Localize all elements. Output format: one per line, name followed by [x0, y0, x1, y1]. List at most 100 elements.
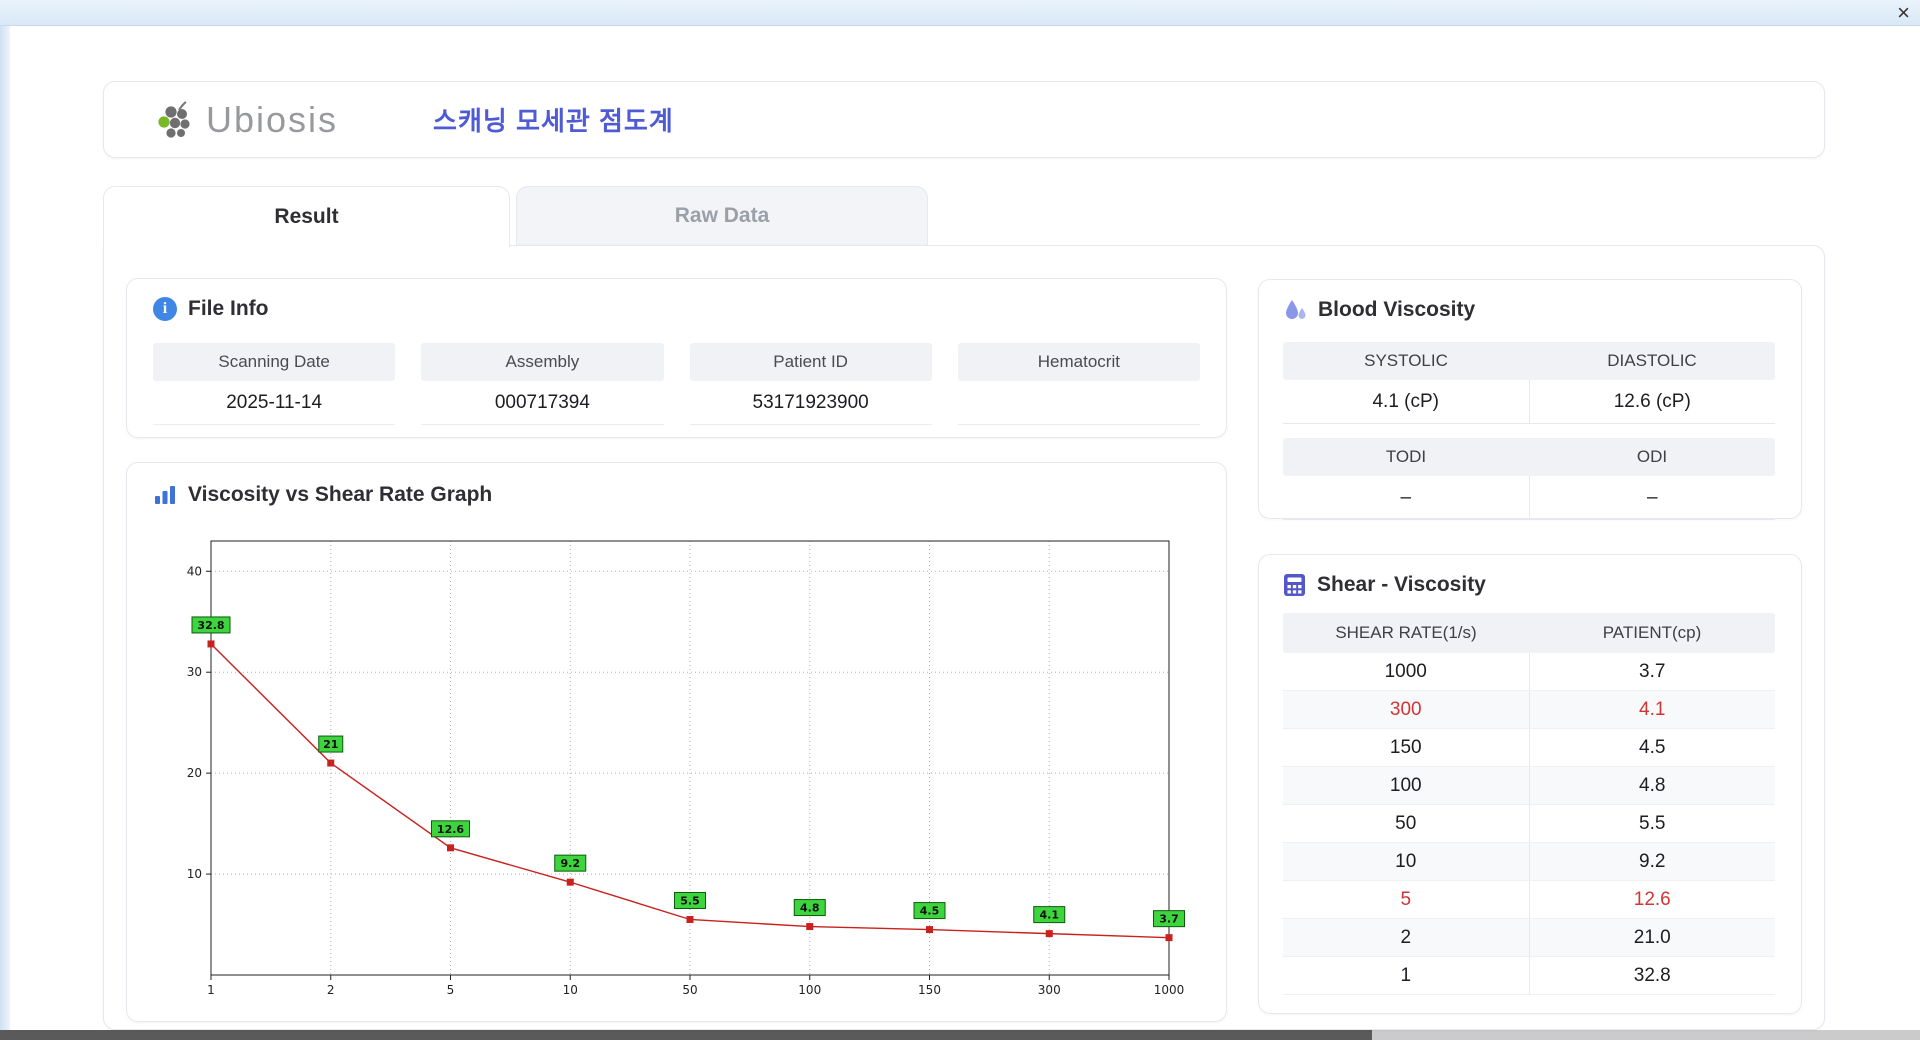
logo-text: Ubiosis [206, 98, 339, 140]
svg-text:12.6: 12.6 [437, 823, 464, 836]
close-icon[interactable]: × [1897, 1, 1910, 25]
page-title: 스캐닝 모세관 점도계 [433, 106, 674, 136]
field-patient-id: Patient ID 53171923900 [689, 343, 932, 425]
patient-viscosity-cell: 32.8 [1528, 957, 1776, 994]
svg-text:5: 5 [447, 983, 455, 997]
svg-text:1000: 1000 [1154, 983, 1185, 997]
field-value: 53171923900 [689, 381, 932, 425]
svg-text:20: 20 [187, 766, 202, 780]
svg-text:30: 30 [187, 665, 202, 679]
table-row: 100 4.8 [1283, 767, 1775, 805]
table-row: 300 4.1 [1283, 691, 1775, 729]
bar-chart-icon [155, 486, 175, 504]
table-row: 150 4.5 [1283, 729, 1775, 767]
shear-rate-cell: 50 [1395, 812, 1417, 834]
column-header: DIASTOLIC [1607, 351, 1697, 370]
table-row: 2 21.0 [1283, 919, 1775, 957]
graph-card: Viscosity vs Shear Rate Graph 10 20 30 40 1 2… [126, 462, 1227, 1022]
svg-text:50: 50 [682, 983, 697, 997]
chart-area: 10 20 30 40 1 2 5 10 50 100 150 300 1000 32.8 21 12.6 9.… [153, 519, 1203, 1024]
svg-text:40: 40 [187, 564, 202, 578]
blood-viscosity-table: SYSTOLIC DIASTOLIC 4.1 (cP) 12.6 (cP) TO… [1283, 342, 1775, 520]
diastolic-value: 12.6 (cP) [1528, 380, 1776, 423]
svg-text:300: 300 [1038, 983, 1061, 997]
svg-text:1: 1 [207, 983, 215, 997]
svg-text:9.2: 9.2 [561, 857, 581, 870]
result-panel: i File Info Scanning Date 2025-11-14 Ass… [103, 245, 1825, 1030]
field-hematocrit: Hematocrit [957, 343, 1200, 425]
svg-text:10: 10 [187, 867, 202, 881]
background-strip [1372, 1030, 1920, 1040]
shear-rate-cell: 10 [1395, 850, 1417, 872]
patient-viscosity-cell: 21.0 [1528, 919, 1776, 956]
field-value: 2025-11-14 [153, 381, 396, 425]
file-info-title: File Info [188, 297, 269, 320]
shear-rate-cell: 150 [1389, 736, 1422, 758]
column-header: TODI [1385, 447, 1427, 466]
svg-text:100: 100 [798, 983, 821, 997]
info-icon: i [153, 297, 177, 321]
svg-text:4.8: 4.8 [800, 902, 820, 915]
window-left-edge [0, 26, 10, 1030]
svg-text:21: 21 [323, 738, 338, 751]
window-title-bar [0, 0, 1920, 26]
column-header-patient: PATIENT(cp) [1602, 623, 1702, 642]
field-label: Scanning Date [153, 343, 396, 381]
todi-value: – [1400, 486, 1412, 508]
patient-viscosity-cell: 12.6 [1528, 881, 1776, 918]
table-row: 1 32.8 [1283, 957, 1775, 995]
blood-viscosity-title: Blood Viscosity [1318, 298, 1476, 321]
column-header-shear-rate: SHEAR RATE(1/s) [1335, 623, 1477, 642]
water-drop-icon [1286, 300, 1306, 319]
tab-result[interactable]: Result [103, 186, 510, 247]
shear-rate-cell: 2 [1400, 926, 1412, 948]
field-label: Hematocrit [957, 343, 1200, 381]
calculator-icon [1284, 574, 1305, 596]
field-assembly: Assembly 000717394 [421, 343, 664, 425]
field-scanning-date: Scanning Date 2025-11-14 [153, 343, 396, 425]
table-row: 5 12.6 [1283, 881, 1775, 919]
patient-viscosity-cell: 4.5 [1528, 729, 1776, 766]
tab-raw-data[interactable]: Raw Data [516, 186, 928, 245]
column-header: SYSTOLIC [1364, 351, 1448, 370]
table-row: 50 5.5 [1283, 805, 1775, 843]
file-info-card: i File Info Scanning Date 2025-11-14 Ass… [126, 278, 1227, 438]
shear-viscosity-card: Shear - Viscosity SHEAR RATE(1/s) PATIEN… [1258, 554, 1802, 1014]
shear-viscosity-table-body: 1000 3.7 300 4.1 150 4.5 100 4.8 50 5.5 10 9.2 5 12.6… [1283, 653, 1775, 995]
shear-viscosity-table: SHEAR RATE(1/s) PATIENT(cp) 1000 3.7 300 4.… [1283, 613, 1775, 995]
background-window-strip [0, 1030, 1372, 1040]
patient-viscosity-cell: 4.1 [1528, 691, 1776, 728]
svg-text:3.7: 3.7 [1159, 913, 1179, 926]
patient-viscosity-cell: 5.5 [1528, 805, 1776, 842]
shear-rate-cell: 5 [1400, 888, 1412, 910]
field-value: 000717394 [421, 381, 664, 425]
graph-title: Viscosity vs Shear Rate Graph [188, 483, 493, 506]
logo-grape-icon [158, 100, 190, 138]
svg-text:10: 10 [563, 983, 578, 997]
patient-viscosity-cell: 9.2 [1528, 843, 1776, 880]
shear-rate-cell: 100 [1389, 774, 1422, 796]
patient-viscosity-cell: 4.8 [1528, 767, 1776, 804]
app-header: Ubiosis 스캐닝 모세관 점도계 [103, 81, 1825, 158]
shear-viscosity-title: Shear - Viscosity [1317, 573, 1486, 596]
svg-text:32.8: 32.8 [197, 619, 224, 632]
shear-rate-cell: 1 [1400, 964, 1412, 986]
field-label: Assembly [421, 343, 664, 381]
blood-viscosity-card: Blood Viscosity SYSTOLIC DIASTOLIC 4.1 (… [1258, 279, 1802, 520]
table-row: 1000 3.7 [1283, 653, 1775, 691]
logo: Ubiosis [154, 99, 338, 141]
systolic-value: 4.1 (cP) [1372, 390, 1440, 412]
svg-text:4.5: 4.5 [920, 905, 940, 918]
svg-text:2: 2 [327, 983, 335, 997]
field-value [957, 381, 1200, 425]
patient-viscosity-cell: 3.7 [1528, 653, 1776, 690]
shear-rate-cell: 300 [1389, 698, 1422, 720]
odi-value: – [1528, 476, 1776, 519]
viscosity-chart: 10 20 30 40 1 2 5 10 50 100 150 300 1000 32.8 21 12.6 9.… [187, 540, 1185, 997]
table-row: 10 9.2 [1283, 843, 1775, 881]
shear-rate-cell: 1000 [1384, 660, 1427, 682]
field-label: Patient ID [689, 343, 932, 381]
column-header: ODI [1636, 447, 1668, 466]
svg-text:4.1: 4.1 [1040, 909, 1060, 922]
svg-text:150: 150 [918, 983, 941, 997]
